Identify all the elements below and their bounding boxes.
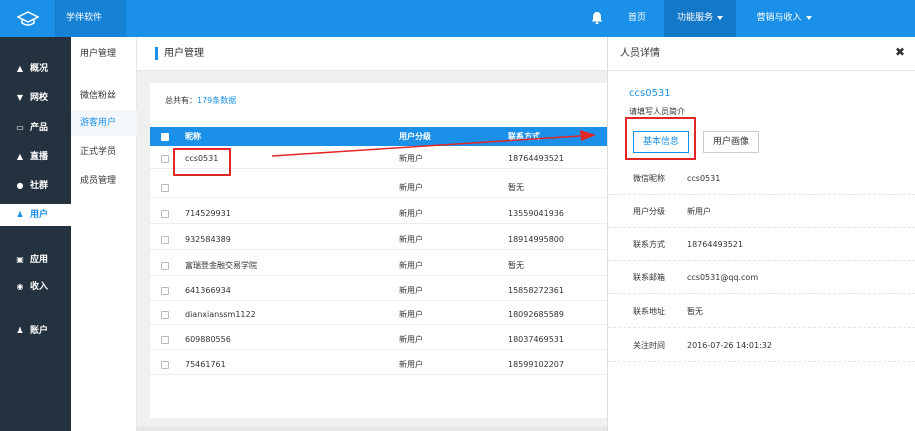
info-row: 用户分级 新用户 bbox=[608, 196, 915, 228]
user-detail-panel: 人员详情 ✖ ccs0531 请填写人员简介 基本信息 用户画像 微信昵称 cc… bbox=[607, 37, 915, 431]
info-value: 暂无 bbox=[687, 307, 703, 316]
info-value: 新用户 bbox=[687, 207, 711, 216]
info-label: 微信昵称 bbox=[633, 174, 665, 183]
tab-user-portrait[interactable]: 用户画像 bbox=[703, 131, 760, 153]
info-value: ccs0531@qq.com bbox=[687, 273, 759, 282]
detail-title: 人员详情 bbox=[620, 48, 660, 59]
info-value: ccs0531 bbox=[687, 174, 721, 183]
info-label: 用户分级 bbox=[633, 207, 665, 216]
info-label: 联系地址 bbox=[633, 307, 665, 316]
info-value: 2016-07-26 14:01:32 bbox=[687, 341, 772, 350]
close-icon[interactable]: ✖ bbox=[895, 45, 905, 59]
info-row: 关注时间 2016-07-26 14:01:32 bbox=[608, 330, 915, 362]
info-label: 联系方式 bbox=[633, 240, 665, 249]
info-row: 联系地址 暂无 bbox=[608, 296, 915, 328]
tab-basic-info[interactable]: 基本信息 bbox=[633, 131, 690, 153]
info-label: 联系邮箱 bbox=[633, 273, 665, 282]
info-value: 18764493521 bbox=[687, 240, 743, 249]
info-row: 微信昵称 ccs0531 bbox=[608, 163, 915, 195]
detail-intro[interactable]: 请填写人员简介 bbox=[629, 106, 685, 117]
detail-username: ccs0531 bbox=[629, 88, 671, 99]
info-row: 联系邮箱 ccs0531@qq.com bbox=[608, 262, 915, 294]
scroll-track bbox=[137, 426, 607, 431]
info-row: 联系方式 18764493521 bbox=[608, 229, 915, 261]
info-label: 关注时间 bbox=[633, 341, 665, 350]
detail-header: 人员详情 ✖ bbox=[608, 37, 915, 71]
